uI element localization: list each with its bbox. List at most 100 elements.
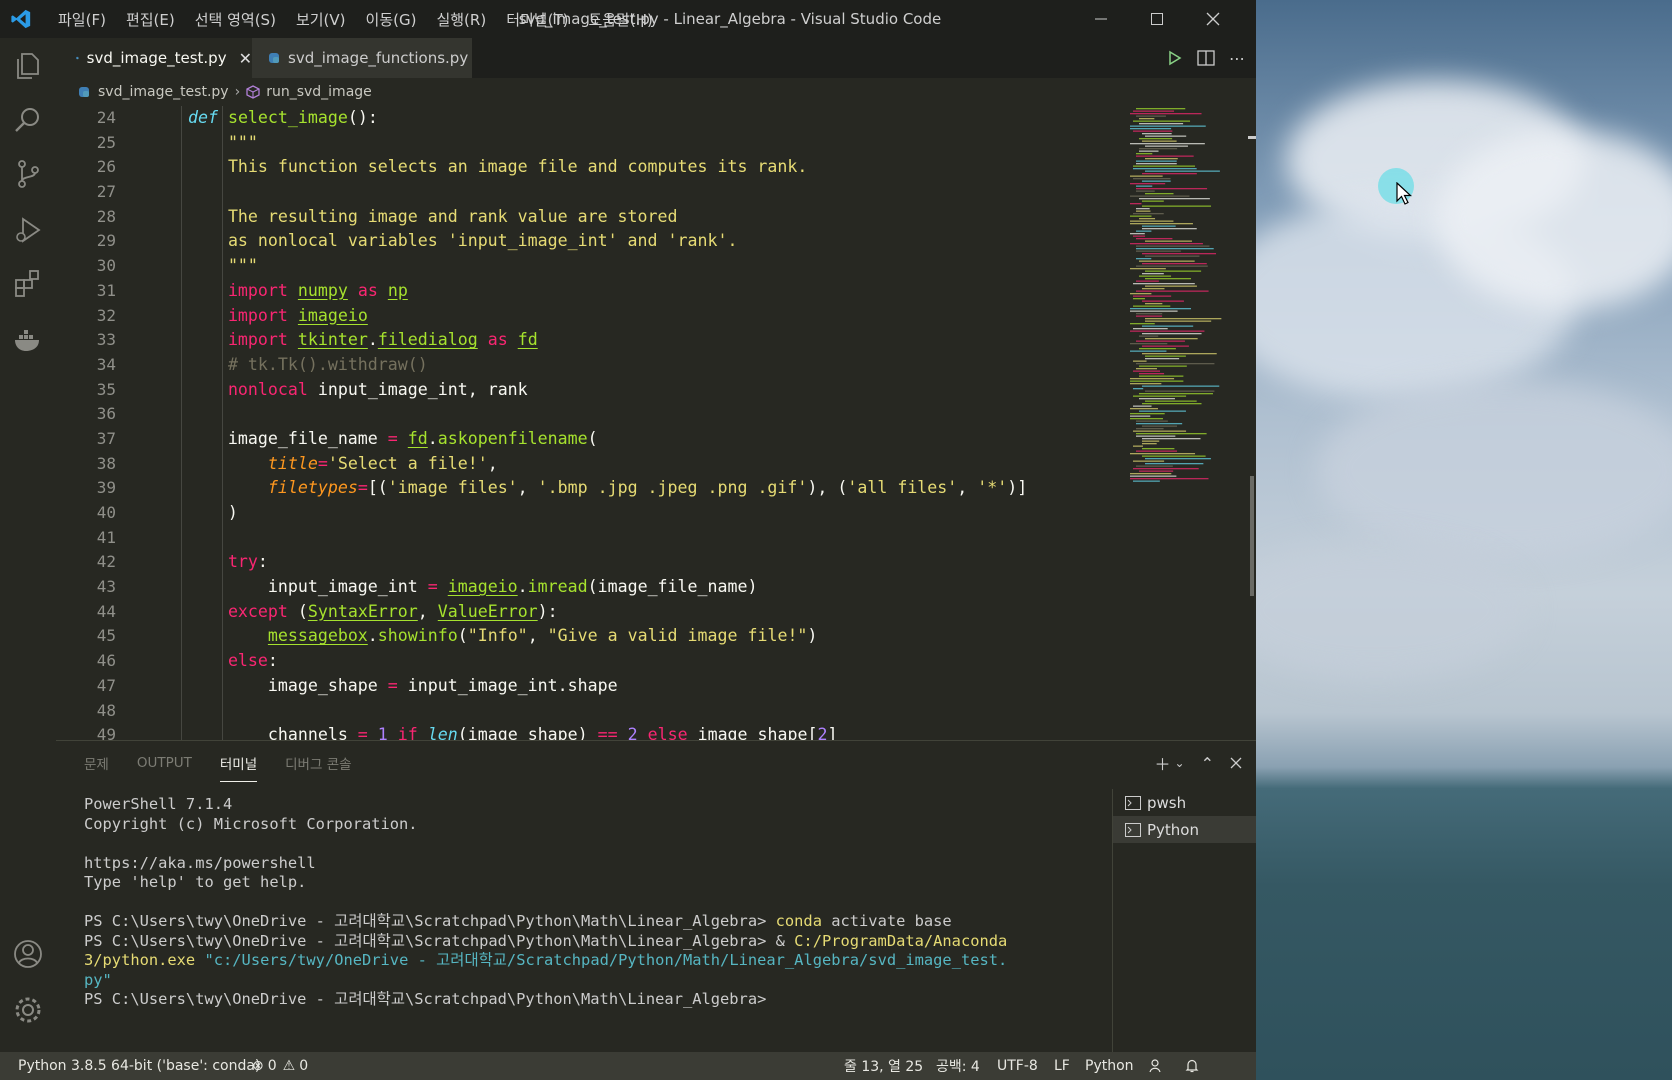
code-token: "Give a valid image file!" [547,626,808,646]
run-debug-icon[interactable] [12,214,44,246]
terminal-instance[interactable]: Python [1113,816,1256,843]
minimap-line [1133,120,1191,122]
minimize-button[interactable] [1076,0,1126,38]
code-line[interactable]: import imageio [148,304,1168,329]
status-bar: Python 3.8.5 64-bit ('base': conda) ⊗ 0 … [0,1052,1256,1080]
code-line[interactable]: else: [148,649,1168,674]
code-line[interactable]: nonlocal input_image_int, rank [148,378,1168,403]
code-editor[interactable]: 24 25 26 27 28 29 30 31 32 33 34 35 36 37 38 39 40 41 42 43… [56,106,1256,740]
line-number: 39 [96,478,116,498]
code-line[interactable]: channels = 1 if len(image_shape) == 2 el… [148,723,1168,740]
settings-gear-icon[interactable] [12,994,44,1026]
panel-tab[interactable]: 디버그 콘솔 [285,753,351,773]
code-lines[interactable]: def select_image(): """ This function se… [148,106,1168,740]
tab-svd-image-test[interactable]: svd_image_test.py ✕ [56,38,252,78]
minimap-line [1136,368,1157,370]
code-token: ) [148,503,238,522]
close-tab-icon[interactable]: ✕ [239,49,252,68]
minimap-line [1130,293,1152,295]
code-line[interactable]: image_shape = input_image_int.shape [148,674,1168,699]
code-line[interactable]: import numpy as np [148,279,1168,304]
menu-item[interactable]: 선택 영역(S) [185,9,286,30]
minimap-line [1142,288,1165,290]
code-line[interactable]: input_image_int = imageio.imread(image_f… [148,575,1168,600]
explorer-icon[interactable] [12,50,44,82]
code-line[interactable]: image_file_name = fd.askopenfilename( [148,427,1168,452]
panel-tab[interactable]: 터미널 [219,753,258,782]
python-interpreter[interactable]: Python 3.8.5 64-bit ('base': conda) [18,1052,260,1080]
code-token: channels [148,725,358,740]
account-icon[interactable] [12,938,44,970]
code-line[interactable]: messagebox.showinfo("Info", "Give a vali… [148,624,1168,649]
maximize-panel-icon[interactable]: ⌃ [1201,754,1214,773]
end-of-line[interactable]: LF [1054,1052,1070,1080]
code-line[interactable]: """ [148,254,1168,279]
code-line[interactable]: import tkinter.filedialog as fd [148,328,1168,353]
new-terminal-icon[interactable]: ＋ [1155,751,1171,775]
minimap-line [1130,183,1166,185]
source-control-icon[interactable] [12,158,44,190]
code-line[interactable] [148,699,1168,724]
close-panel-icon[interactable] [1230,757,1242,769]
menu-item[interactable]: 도움말(H) [578,9,662,30]
code-line[interactable]: """ [148,131,1168,156]
split-editor-icon[interactable] [1197,50,1215,66]
code-token: 1 [377,725,388,740]
code-token: try [227,552,258,572]
code-line[interactable]: except (SyntaxError, ValueError): [148,600,1168,625]
indentation[interactable]: 공백: 4 [936,1052,980,1080]
terminal-list: pwsh Python [1112,789,1256,1053]
menu-item[interactable]: 보기(V) [286,9,356,30]
menu-item[interactable]: 실행(R) [426,9,496,30]
chevron-down-icon[interactable]: ⌄ [1175,756,1185,770]
code-line[interactable]: as nonlocal variables 'input_image_int' … [148,229,1168,254]
code-token: '.bmp .jpg .jpeg .png .gif' [537,478,808,498]
problems-indicator[interactable]: ⊗ 0 ⚠ 0 [252,1052,308,1080]
editor-scrollbar[interactable] [1246,106,1256,740]
notifications-bell-icon[interactable] [1184,1058,1200,1074]
terminal-line: PowerShell 7.1.4 [84,795,1164,815]
code-line[interactable]: ) [148,501,1168,526]
panel-tab[interactable]: OUTPUT [137,755,192,771]
code-line[interactable] [148,180,1168,205]
close-window-button[interactable] [1188,0,1238,38]
code-line[interactable]: def select_image(): [148,106,1168,131]
terminal-output[interactable]: PowerShell 7.1.4 Copyright (c) Microsoft … [84,795,1164,1010]
minimap-line [1139,393,1213,395]
code-line[interactable]: This function selects an image file and … [148,155,1168,180]
line-number: 29 [96,231,116,251]
panel-tab[interactable]: 문제 [84,753,109,773]
code-token: 2 [817,725,828,740]
menu-item[interactable]: 터미널(T) [496,9,578,30]
search-icon[interactable] [12,104,44,136]
code-line[interactable]: The resulting image and rank value are s… [148,205,1168,230]
docker-icon[interactable] [12,324,44,356]
run-file-icon[interactable] [1167,50,1183,66]
extensions-icon[interactable] [12,268,44,300]
code-line[interactable] [148,526,1168,551]
code-line[interactable]: # tk.Tk().withdraw() [148,353,1168,378]
menu-item[interactable]: 파일(F) [48,9,116,30]
minimap[interactable] [1126,106,1246,740]
feedback-icon[interactable] [1148,1058,1164,1074]
menu-item[interactable]: 이동(G) [356,9,427,30]
code-line[interactable]: filetypes=[('image files', '.bmp .jpg .j… [148,476,1168,501]
tab-svd-image-functions[interactable]: svd_image_functions.py [252,38,472,78]
more-actions-icon[interactable]: ⋯ [1229,49,1246,68]
terminal-instance[interactable]: pwsh [1113,789,1256,816]
breadcrumb-symbol[interactable]: run_svd_image [266,84,372,100]
terminal-line: py" [84,971,1164,991]
mouse-cursor [1378,168,1418,208]
menu-item[interactable]: 편집(E) [116,9,185,30]
cursor-position[interactable]: 줄 13, 열 25 [844,1052,923,1080]
maximize-button[interactable] [1132,0,1182,38]
vscode-logo-icon[interactable] [10,8,32,30]
language-mode[interactable]: Python [1085,1052,1134,1080]
encoding[interactable]: UTF-8 [997,1052,1038,1080]
code-line[interactable] [148,402,1168,427]
code-line[interactable]: title='Select a file!', [148,452,1168,477]
code-line[interactable]: try: [148,550,1168,575]
minimap-line [1136,433,1207,435]
breadcrumb-file[interactable]: svd_image_test.py [98,84,229,100]
